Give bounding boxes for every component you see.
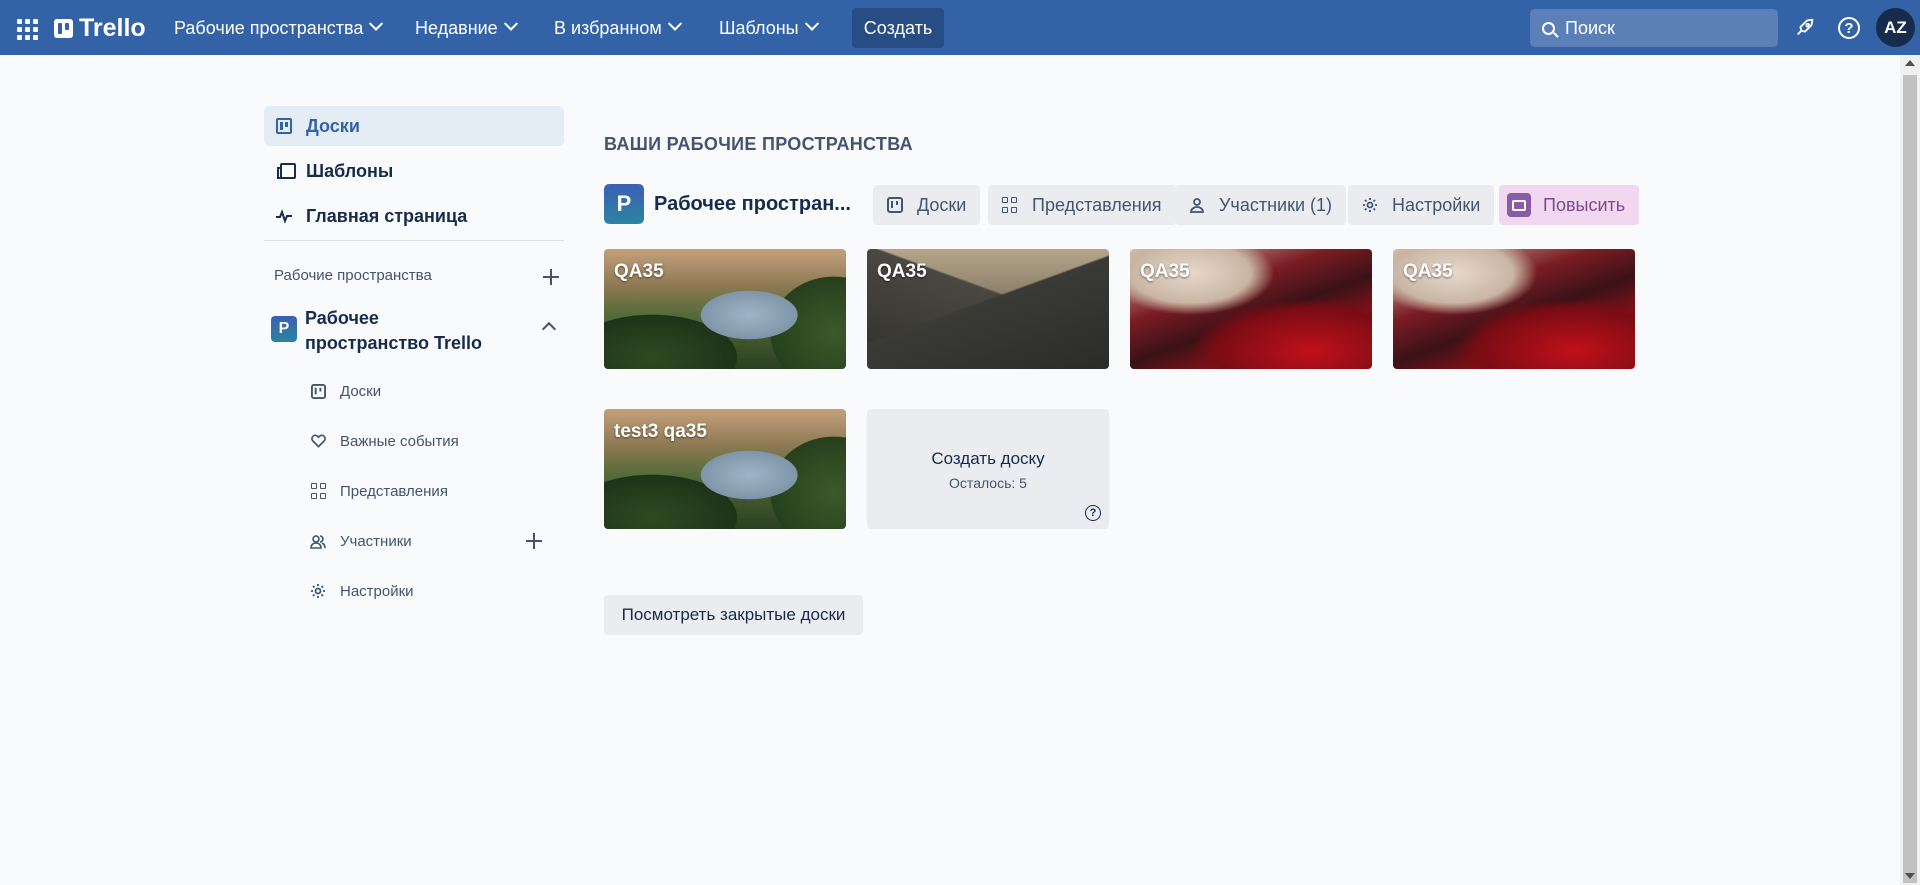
sidebar-item-label: Главная страница (306, 205, 468, 226)
create-board-label: Создать доску (931, 449, 1045, 468)
board-icon (887, 197, 903, 213)
question-icon[interactable]: ? (1085, 505, 1101, 521)
board-icon (310, 383, 326, 399)
nav-recent-label: Недавние (415, 17, 498, 38)
tab-label: Представления (1032, 194, 1162, 215)
tab-label: Настройки (1392, 194, 1481, 215)
board-tile[interactable]: QA35 (1130, 249, 1372, 369)
grid-icon (1002, 197, 1018, 213)
gear-icon (1362, 197, 1378, 213)
create-board-tile[interactable]: Создать доску Осталось: 5 ? (867, 409, 1109, 529)
nav-starred[interactable]: В избранном (554, 14, 682, 42)
sidebar-item-label: Шаблоны (306, 160, 394, 181)
add-member-plus-icon[interactable] (526, 533, 542, 549)
briefcase-icon (1507, 193, 1531, 217)
chevron-down-icon (667, 16, 682, 31)
search-placeholder: Поиск (1565, 17, 1615, 38)
sidebar-subitem-label: Важные события (340, 432, 459, 450)
template-icon (277, 163, 296, 179)
trello-logo-icon (54, 19, 73, 38)
tab-boards[interactable]: Доски (873, 185, 981, 225)
sidebar-subitem-highlights[interactable]: Важные события (310, 423, 560, 459)
gear-icon (310, 583, 326, 599)
tab-members[interactable]: Участники (1) (1175, 185, 1346, 225)
sidebar-item-templates[interactable]: Шаблоны (264, 151, 564, 191)
board-tile[interactable]: QA35 (867, 249, 1109, 369)
workspace-badge: P (271, 316, 297, 342)
chevron-down-icon (369, 16, 384, 31)
nav-templates[interactable]: Шаблоны (719, 14, 819, 42)
chevron-up-icon[interactable] (541, 321, 557, 337)
members-icon (310, 533, 326, 549)
scroll-down-arrow-icon[interactable] (1905, 873, 1915, 879)
sidebar-subitem-label: Доски (340, 382, 382, 400)
board-title: QA35 (1140, 261, 1190, 282)
top-bar: Trello Рабочие пространства Недавние В и… (0, 0, 1920, 55)
create-button[interactable]: Создать (852, 8, 944, 48)
view-closed-boards-button[interactable]: Посмотреть закрытые доски (604, 595, 863, 635)
tab-label: Участники (1) (1219, 194, 1332, 215)
notifications-rocket-icon[interactable] (1792, 15, 1818, 41)
grid-icon (310, 483, 326, 499)
board-title: QA35 (1403, 261, 1453, 282)
workspace-title: Рабочее простран... (654, 193, 851, 215)
board-tile[interactable]: QA35 (1393, 249, 1635, 369)
workspaces-heading: Рабочие пространства (274, 267, 432, 284)
workspace-badge-large: P (604, 184, 644, 224)
scroll-up-arrow-icon[interactable] (1905, 60, 1915, 66)
board-title: QA35 (614, 261, 664, 282)
board-tile[interactable]: QA35 (604, 249, 846, 369)
sidebar-subitem-boards[interactable]: Доски (310, 373, 560, 409)
sidebar-subitem-label: Настройки (340, 582, 414, 600)
sidebar-subitem-settings[interactable]: Настройки (310, 573, 560, 609)
search-input[interactable]: Поиск (1530, 9, 1778, 47)
boards-remaining: Осталось: 5 (949, 475, 1027, 491)
add-workspace-plus-icon[interactable] (543, 269, 559, 285)
person-icon (1189, 197, 1205, 213)
upgrade-label: Повысить (1543, 194, 1626, 215)
sidebar-subitem-label: Участники (340, 532, 412, 550)
scrollbar-thumb[interactable] (1903, 75, 1917, 883)
help-icon[interactable]: ? (1838, 17, 1860, 39)
workspace-name[interactable]: Рабочее пространство Trello (305, 306, 505, 356)
avatar[interactable]: AZ (1876, 8, 1915, 47)
logo-text: Trello (79, 14, 146, 42)
board-title: QA35 (877, 261, 927, 282)
app-switcher-icon[interactable] (12, 13, 40, 41)
sidebar-subitem-label: Представления (340, 482, 448, 500)
upgrade-button[interactable]: Повысить (1499, 185, 1640, 225)
nav-recent[interactable]: Недавние (415, 14, 518, 42)
heart-icon (310, 433, 326, 449)
trello-logo[interactable]: Trello (54, 14, 146, 43)
board-title: test3 qa35 (614, 421, 707, 442)
nav-workspaces[interactable]: Рабочие пространства (174, 14, 384, 42)
board-tile[interactable]: test3 qa35 (604, 409, 846, 529)
board-icon (276, 118, 292, 134)
sidebar-subitem-views[interactable]: Представления (310, 473, 560, 509)
tab-label: Доски (917, 194, 967, 215)
chevron-down-icon (503, 16, 518, 31)
nav-templates-label: Шаблоны (719, 17, 799, 38)
sidebar-item-boards[interactable]: Доски (264, 106, 564, 146)
chevron-down-icon (804, 16, 819, 31)
nav-workspaces-label: Рабочие пространства (174, 17, 364, 38)
sidebar-item-home[interactable]: Главная страница (264, 196, 564, 236)
search-icon (1542, 21, 1555, 35)
page-title: ВАШИ РАБОЧИЕ ПРОСТРАНСТВА (604, 134, 913, 154)
tab-settings[interactable]: Настройки (1348, 185, 1495, 225)
sidebar-divider (264, 240, 564, 241)
tab-views[interactable]: Представления (988, 185, 1176, 225)
nav-starred-label: В избранном (554, 17, 662, 38)
pulse-icon (276, 208, 292, 224)
sidebar-item-label: Доски (306, 115, 360, 136)
sidebar-subitem-members[interactable]: Участники (310, 523, 560, 559)
